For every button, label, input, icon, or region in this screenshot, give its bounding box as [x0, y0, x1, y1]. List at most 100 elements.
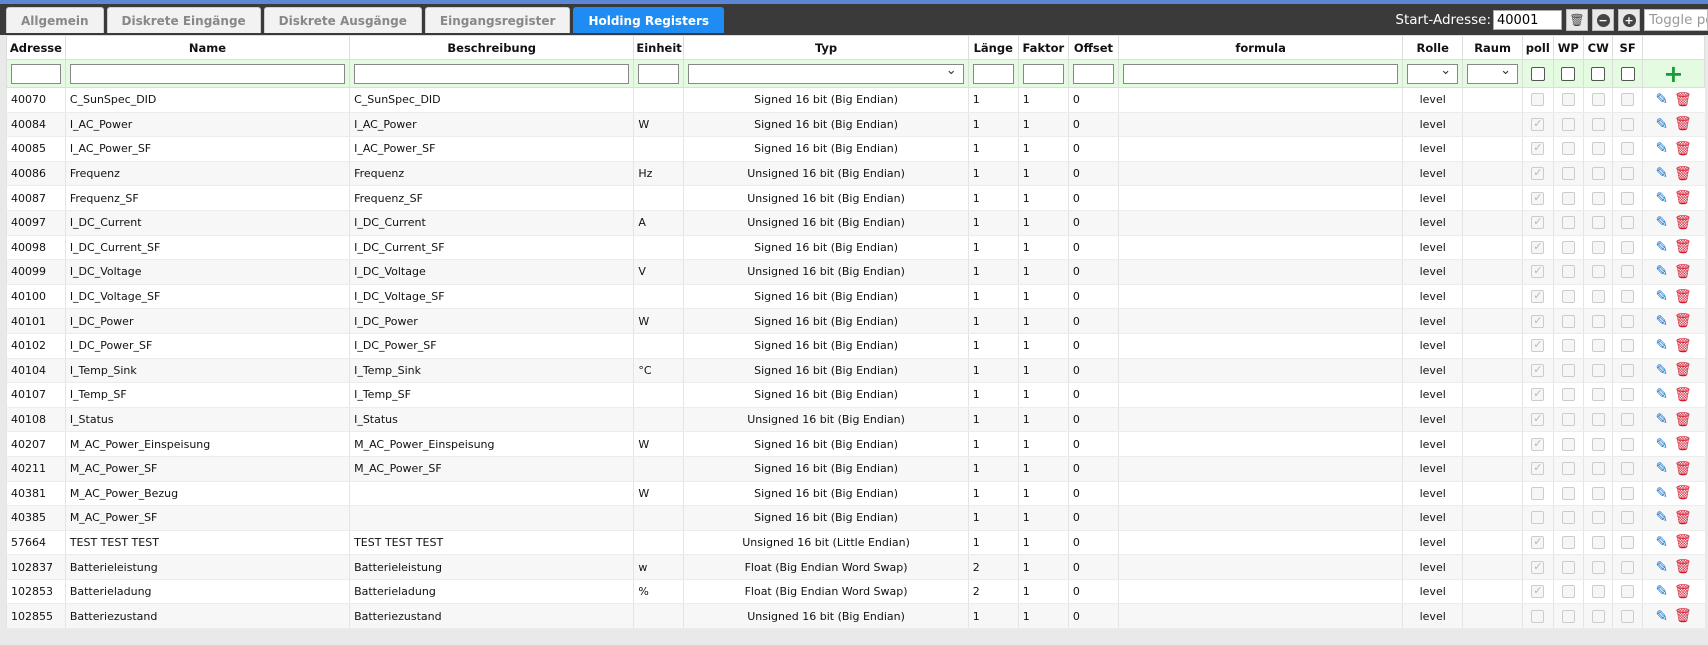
start-address-input[interactable] [1493, 10, 1562, 30]
pencil-icon[interactable]: ✎ [1655, 510, 1668, 525]
sf-checkbox[interactable] [1621, 388, 1635, 402]
sf-checkbox[interactable] [1621, 290, 1635, 304]
col-poll[interactable]: poll [1522, 35, 1554, 60]
poll-checkbox[interactable] [1531, 609, 1545, 623]
table-row[interactable]: 40385 M_AC_Power_SF Signed 16 bit (Big E… [6, 505, 1705, 531]
table-row[interactable]: 40381 M_AC_Power_Bezug W Signed 16 bit (… [6, 481, 1705, 507]
table-row[interactable]: 40085 I_AC_Power_SF I_AC_Power_SF Signed… [6, 136, 1705, 162]
filter-typ-select[interactable] [688, 63, 964, 84]
table-row[interactable]: 102837 Batterieleistung Batterieleistung… [6, 554, 1705, 580]
tab-diskrete-eingaenge[interactable]: Diskrete Eingänge [106, 7, 261, 33]
wp-checkbox[interactable] [1561, 437, 1575, 451]
cw-checkbox[interactable] [1591, 240, 1605, 254]
table-row[interactable]: 40104 I_Temp_Sink I_Temp_Sink °C Signed … [6, 358, 1705, 384]
wp-checkbox[interactable] [1561, 167, 1575, 181]
trash-icon[interactable]: 🗑 [1674, 191, 1692, 205]
sf-checkbox[interactable] [1621, 167, 1635, 181]
filter-rolle-select[interactable] [1407, 63, 1459, 84]
filter-adresse-input[interactable] [11, 63, 61, 84]
wp-checkbox[interactable] [1561, 585, 1575, 599]
trash-icon[interactable]: 🗑 [1674, 167, 1692, 181]
table-row[interactable]: 40108 I_Status I_Status Unsigned 16 bit … [6, 407, 1705, 433]
clear-button[interactable]: 🗑 [1566, 9, 1588, 31]
cw-checkbox[interactable] [1591, 585, 1605, 599]
pencil-icon[interactable]: ✎ [1655, 141, 1668, 156]
sf-checkbox[interactable] [1621, 560, 1635, 574]
cw-checkbox[interactable] [1591, 339, 1605, 353]
sf-checkbox[interactable] [1621, 585, 1635, 599]
trash-icon[interactable]: 🗑 [1674, 585, 1692, 599]
wp-checkbox[interactable] [1561, 413, 1575, 427]
table-row[interactable]: 102855 Batteriezustand Batteriezustand U… [6, 603, 1705, 630]
wp-checkbox[interactable] [1561, 117, 1575, 131]
cw-checkbox[interactable] [1591, 413, 1605, 427]
table-row[interactable]: 40099 I_DC_Voltage I_DC_Voltage V Unsign… [6, 259, 1705, 285]
pencil-icon[interactable]: ✎ [1655, 584, 1668, 599]
cw-checkbox[interactable] [1591, 167, 1605, 181]
table-row[interactable]: 40086 Frequenz Frequenz Hz Unsigned 16 b… [6, 161, 1705, 187]
trash-icon[interactable]: 🗑 [1674, 437, 1692, 451]
trash-icon[interactable]: 🗑 [1674, 363, 1692, 377]
filter-poll-checkbox[interactable] [1530, 66, 1545, 81]
poll-checkbox[interactable] [1531, 412, 1545, 427]
poll-checkbox[interactable] [1531, 584, 1545, 599]
pencil-icon[interactable]: ✎ [1655, 559, 1668, 575]
filter-beschreibung-input[interactable] [354, 63, 630, 84]
cw-checkbox[interactable] [1591, 437, 1605, 451]
wp-checkbox[interactable] [1561, 142, 1575, 156]
trash-icon[interactable]: 🗑 [1674, 93, 1692, 107]
table-row[interactable]: 40097 I_DC_Current I_DC_Current A Unsign… [6, 210, 1705, 236]
pencil-icon[interactable]: ✎ [1655, 338, 1668, 353]
filter-cw-checkbox[interactable] [1591, 66, 1606, 81]
pencil-icon[interactable]: ✎ [1655, 289, 1668, 304]
pencil-icon[interactable]: ✎ [1655, 608, 1668, 624]
cw-checkbox[interactable] [1591, 142, 1605, 156]
toggle-poll-field[interactable]: Toggle poll [1644, 9, 1708, 31]
pencil-icon[interactable]: ✎ [1655, 92, 1668, 107]
wp-checkbox[interactable] [1561, 93, 1575, 107]
sf-checkbox[interactable] [1621, 142, 1635, 156]
add-row-button[interactable]: + [1647, 62, 1700, 86]
table-row[interactable]: 40101 I_DC_Power I_DC_Power W Signed 16 … [6, 308, 1705, 334]
tab-diskrete-ausgaenge[interactable]: Diskrete Ausgänge [263, 7, 422, 33]
pencil-icon[interactable]: ✎ [1655, 264, 1668, 279]
filter-faktor-input[interactable] [1022, 63, 1064, 84]
trash-icon[interactable]: 🗑 [1674, 511, 1692, 525]
table-row[interactable]: 57664 TEST TEST TEST TEST TEST TEST Unsi… [6, 530, 1705, 556]
wp-checkbox[interactable] [1561, 339, 1575, 353]
cw-checkbox[interactable] [1591, 486, 1605, 500]
poll-checkbox[interactable] [1531, 264, 1545, 279]
poll-checkbox[interactable] [1531, 166, 1545, 181]
wp-checkbox[interactable] [1561, 240, 1575, 254]
cw-checkbox[interactable] [1591, 290, 1605, 304]
trash-icon[interactable]: 🗑 [1674, 240, 1692, 254]
poll-checkbox[interactable] [1531, 93, 1545, 107]
trash-icon[interactable]: 🗑 [1674, 314, 1692, 328]
wp-checkbox[interactable] [1561, 363, 1575, 377]
pencil-icon[interactable]: ✎ [1655, 116, 1668, 132]
wp-checkbox[interactable] [1561, 314, 1575, 328]
wp-checkbox[interactable] [1561, 265, 1575, 279]
sf-checkbox[interactable] [1621, 117, 1635, 131]
sf-checkbox[interactable] [1621, 609, 1635, 623]
col-raum[interactable]: Raum [1462, 35, 1524, 60]
wp-checkbox[interactable] [1561, 535, 1575, 549]
trash-icon[interactable]: 🗑 [1674, 265, 1692, 279]
poll-checkbox[interactable] [1531, 117, 1545, 131]
trash-icon[interactable]: 🗑 [1674, 339, 1692, 353]
sf-checkbox[interactable] [1621, 363, 1635, 377]
pencil-icon[interactable]: ✎ [1655, 313, 1668, 329]
col-adresse[interactable]: Adresse [6, 35, 66, 60]
wp-checkbox[interactable] [1561, 486, 1575, 500]
tab-holding-registers[interactable]: Holding Registers [573, 7, 725, 33]
col-wp[interactable]: WP [1552, 35, 1585, 60]
col-sf[interactable]: SF [1612, 35, 1643, 60]
trash-icon[interactable]: 🗑 [1674, 609, 1692, 623]
sf-checkbox[interactable] [1621, 216, 1635, 230]
trash-icon[interactable]: 🗑 [1674, 216, 1692, 230]
poll-checkbox[interactable] [1531, 560, 1545, 574]
poll-checkbox[interactable] [1531, 511, 1545, 525]
pencil-icon[interactable]: ✎ [1655, 387, 1668, 402]
wp-checkbox[interactable] [1561, 462, 1575, 476]
sf-checkbox[interactable] [1621, 413, 1635, 427]
